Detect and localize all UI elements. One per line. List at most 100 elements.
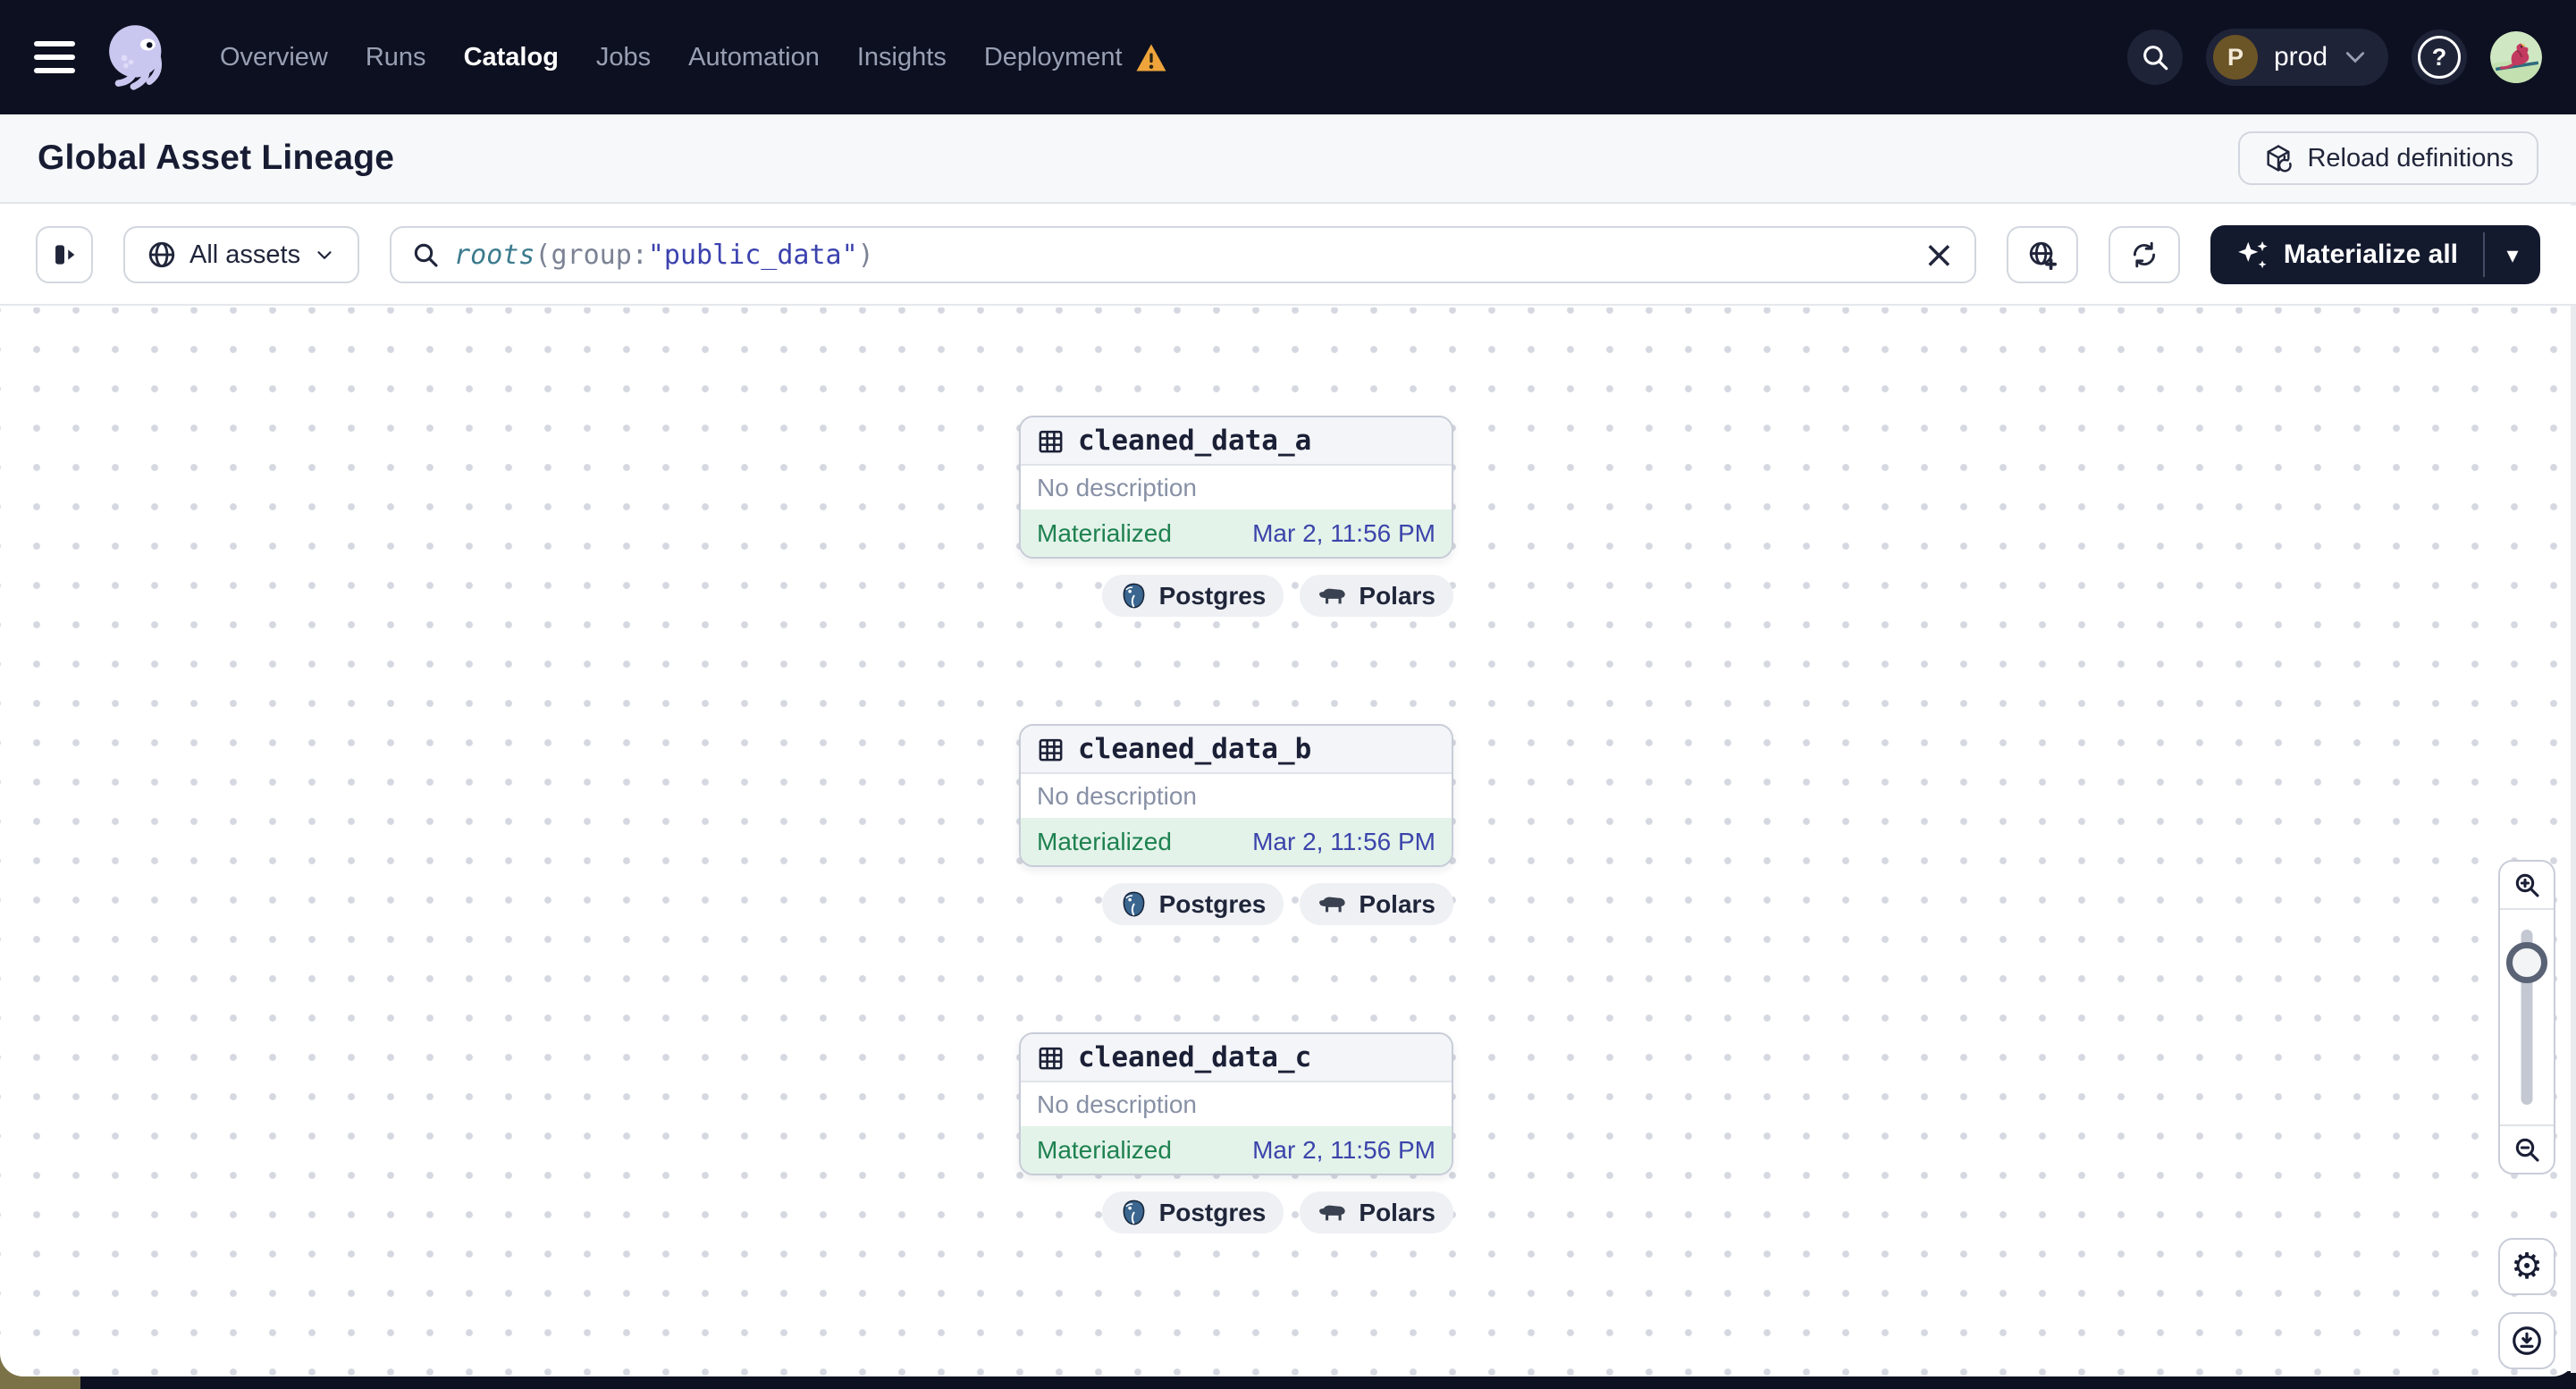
materialize-all-label: Materialize all xyxy=(2283,240,2458,269)
zoom-in-icon xyxy=(2515,873,2539,897)
panel-expand-icon xyxy=(55,245,75,265)
tag-postgres[interactable]: Postgres xyxy=(1101,1191,1284,1233)
warning-triangle-icon xyxy=(1136,44,1166,71)
hamburger-menu-icon[interactable] xyxy=(34,41,75,73)
asset-description: No description xyxy=(1021,466,1452,509)
query-text: roots(group:"public_data") xyxy=(454,239,874,271)
tag-label: Polars xyxy=(1359,889,1435,918)
nav-item-insights[interactable]: Insights xyxy=(857,43,947,72)
clear-search-button[interactable]: × xyxy=(1924,236,1955,274)
asset-node-cleaned-data-c[interactable]: cleaned_data_c No description Materializ… xyxy=(1019,1032,1453,1175)
asset-status-row: Materialized Mar 2, 11:56 PM xyxy=(1021,818,1452,865)
sparkles-icon xyxy=(2238,240,2268,269)
globe-icon xyxy=(148,241,175,268)
tag-polars[interactable]: Polars xyxy=(1300,575,1453,617)
deployment-switcher[interactable]: P prod xyxy=(2205,29,2388,86)
global-search-button[interactable] xyxy=(2126,29,2183,85)
polars-bear-icon xyxy=(1319,1205,1346,1220)
search-icon xyxy=(2143,46,2168,71)
graph-settings-button[interactable]: ⚙ xyxy=(2498,1238,2555,1295)
tag-label: Postgres xyxy=(1158,581,1267,610)
refresh-graph-button[interactable] xyxy=(2108,226,2180,283)
zoom-out-icon xyxy=(2515,1138,2539,1162)
cardinal-bird-avatar-image xyxy=(2490,31,2542,83)
dagster-logo-icon[interactable] xyxy=(97,15,181,99)
materialize-options-button[interactable]: ▾ xyxy=(2485,225,2540,284)
asset-name: cleaned_data_a xyxy=(1078,425,1312,457)
reload-cube-icon xyxy=(2267,145,2293,173)
page-header: Global Asset Lineage Reload definitions xyxy=(0,114,2576,204)
asset-node-cleaned-data-b[interactable]: cleaned_data_b No description Materializ… xyxy=(1019,724,1453,867)
asset-description: No description xyxy=(1021,1082,1452,1126)
table-icon xyxy=(1039,430,1063,452)
tag-label: Polars xyxy=(1359,581,1435,610)
tag-label: Polars xyxy=(1359,1198,1435,1226)
materialize-all-button[interactable]: Materialize all xyxy=(2210,225,2483,284)
status-badge: Materialized xyxy=(1037,1135,1172,1164)
asset-tag-row: Postgres Polars xyxy=(1019,575,1453,617)
nav-item-deployment[interactable]: Deployment xyxy=(984,43,1167,72)
tag-postgres[interactable]: Postgres xyxy=(1101,575,1284,617)
nav-item-automation[interactable]: Automation xyxy=(688,43,820,72)
asset-selection-input[interactable]: roots(group:"public_data") × xyxy=(390,226,1976,283)
zoom-out-button[interactable] xyxy=(2500,1124,2554,1173)
polars-bear-icon xyxy=(1319,897,1346,912)
reload-definitions-button[interactable]: Reload definitions xyxy=(2238,131,2538,185)
tag-label: Postgres xyxy=(1158,1198,1267,1226)
lineage-toolbar: All assets roots(group:"public_data") × xyxy=(0,206,2576,306)
zoom-slider-thumb[interactable] xyxy=(2506,942,2547,983)
asset-node-header: cleaned_data_b xyxy=(1021,726,1452,774)
status-badge: Materialized xyxy=(1037,827,1172,855)
asset-name: cleaned_data_b xyxy=(1078,733,1312,765)
main-nav: Overview Runs Catalog Jobs Automation In… xyxy=(220,43,1167,72)
deployment-badge: P xyxy=(2212,35,2258,80)
status-badge: Materialized xyxy=(1037,518,1172,547)
nav-item-runs[interactable]: Runs xyxy=(366,43,426,72)
question-mark-icon: ? xyxy=(2418,36,2461,79)
asset-name: cleaned_data_c xyxy=(1078,1041,1312,1073)
globe-add-icon xyxy=(2029,241,2057,270)
chevron-down-icon xyxy=(317,251,332,259)
asset-node-header: cleaned_data_a xyxy=(1021,417,1452,466)
nav-item-jobs[interactable]: Jobs xyxy=(596,43,651,72)
materialize-all-split-button: Materialize all ▾ xyxy=(2210,225,2540,284)
view-full-graph-button[interactable] xyxy=(2006,226,2078,283)
search-icon xyxy=(414,243,438,267)
tag-polars[interactable]: Polars xyxy=(1300,883,1453,925)
download-icon xyxy=(2513,1326,2541,1355)
polars-bear-icon xyxy=(1319,588,1346,603)
materialization-timestamp[interactable]: Mar 2, 11:56 PM xyxy=(1252,828,1435,856)
dagster-app: Overview Runs Catalog Jobs Automation In… xyxy=(0,0,2576,1389)
zoom-slider xyxy=(2500,910,2554,1124)
tag-label: Postgres xyxy=(1158,889,1267,918)
nav-item-catalog[interactable]: Catalog xyxy=(464,43,559,72)
postgres-icon xyxy=(1123,583,1144,609)
page-title: Global Asset Lineage xyxy=(38,139,395,177)
refresh-icon xyxy=(2133,241,2155,268)
asset-node-header: cleaned_data_c xyxy=(1021,1034,1452,1082)
help-button[interactable]: ? xyxy=(2412,29,2467,85)
gear-icon: ⚙ xyxy=(2511,1246,2543,1287)
asset-node-cleaned-data-a[interactable]: cleaned_data_a No description Materializ… xyxy=(1019,416,1453,559)
nav-item-overview[interactable]: Overview xyxy=(220,43,328,72)
asset-scope-filter[interactable]: All assets xyxy=(123,226,360,283)
chevron-down-icon xyxy=(2345,52,2365,63)
asset-scope-label: All assets xyxy=(189,240,301,269)
asset-status-row: Materialized Mar 2, 11:56 PM xyxy=(1021,509,1452,557)
asset-status-row: Materialized Mar 2, 11:56 PM xyxy=(1021,1126,1452,1174)
tag-polars[interactable]: Polars xyxy=(1300,1191,1453,1233)
table-icon xyxy=(1039,1047,1063,1069)
asset-description: No description xyxy=(1021,774,1452,818)
open-side-panel-button[interactable] xyxy=(36,226,93,283)
materialization-timestamp[interactable]: Mar 2, 11:56 PM xyxy=(1252,1136,1435,1165)
asset-tag-row: Postgres Polars xyxy=(1019,1191,1453,1233)
materialization-timestamp[interactable]: Mar 2, 11:56 PM xyxy=(1252,519,1435,548)
user-avatar[interactable] xyxy=(2490,31,2542,83)
download-image-button[interactable] xyxy=(2498,1312,2555,1369)
asset-tag-row: Postgres Polars xyxy=(1019,883,1453,925)
zoom-in-button[interactable] xyxy=(2500,862,2554,910)
reload-definitions-label: Reload definitions xyxy=(2307,143,2513,173)
tag-postgres[interactable]: Postgres xyxy=(1101,883,1284,925)
navbar-right: P prod ? xyxy=(2126,29,2542,86)
lineage-canvas[interactable]: cleaned_data_a No description Materializ… xyxy=(0,307,2576,1376)
